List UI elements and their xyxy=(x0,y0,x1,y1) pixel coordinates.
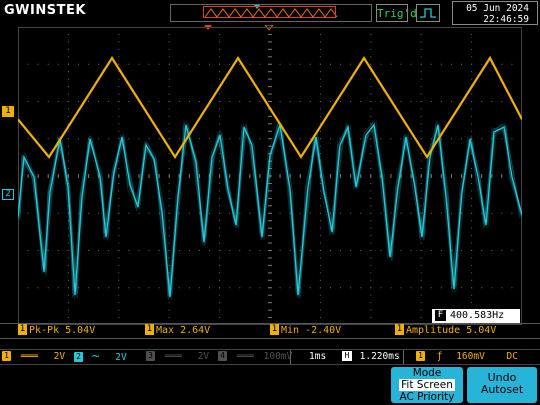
ch4-status[interactable]: 4 ═══ 100mV xyxy=(218,350,292,364)
date-time-display: 05 Jun 2024 22:46:59 xyxy=(452,1,538,25)
trigger-status-info[interactable]: 1 ƒ 160mV DC xyxy=(416,350,518,364)
horizontal-position-icon: H xyxy=(341,350,352,361)
measurement-amplitude[interactable]: 1 Amplitude 5.04V xyxy=(395,323,496,338)
date-text: 05 Jun 2024 xyxy=(466,3,529,14)
measurement-min[interactable]: 1 Min -2.40V xyxy=(270,323,341,338)
timebase-status[interactable]: 1ms H 1.220ms xyxy=(290,350,404,364)
undo-autoset-button[interactable]: Undo Autoset xyxy=(467,367,537,403)
rising-edge-icon xyxy=(416,4,440,22)
ch1-status[interactable]: 1 ═══ 2V xyxy=(2,350,65,364)
measurement-max[interactable]: 1 Max 2.64V xyxy=(145,323,210,338)
memory-view-window xyxy=(203,6,336,18)
horizontal-position-value: 1.220ms xyxy=(359,351,400,362)
ch2-ground-marker[interactable]: 2 xyxy=(2,189,14,200)
trigger-slope-icon: ƒ xyxy=(436,351,443,362)
ch3-status[interactable]: 3 ═══ 2V xyxy=(146,350,209,364)
timebase-value: 1ms xyxy=(309,351,327,362)
brand-logo: GWINSTEK xyxy=(4,3,86,18)
measurement-pkpk[interactable]: 1 Pk-Pk 5.04V xyxy=(18,323,95,338)
trigger-status: Trig'd xyxy=(376,4,417,22)
mode-title: Mode xyxy=(412,367,442,379)
mode-option-ac-priority[interactable]: AC Priority xyxy=(391,391,463,403)
measurement-bar: 1 Pk-Pk 5.04V 1 Max 2.64V 1 Min -2.40V 1 Amp… xyxy=(0,323,540,339)
mode-option-fit-screen[interactable]: Fit Screen xyxy=(399,379,455,391)
ch1-ground-marker[interactable]: 1 xyxy=(2,106,14,117)
autoset-label: Autoset xyxy=(480,383,524,396)
frequency-counter: F 400.583Hz xyxy=(432,309,520,323)
waveform-display[interactable] xyxy=(18,27,522,325)
ch2-status[interactable]: 2 ∼ 2V xyxy=(74,350,127,365)
ch1-waveform xyxy=(18,55,522,160)
status-bar: 1 ═══ 2V 2 ∼ 2V 3 ═══ 2V 4 ═══ 100mV 1ms… xyxy=(0,349,540,365)
mode-menu-button[interactable]: Mode Fit Screen AC Priority xyxy=(391,367,463,403)
frequency-value: 400.583Hz xyxy=(450,310,505,321)
time-text: 22:46:59 xyxy=(483,14,529,25)
frequency-icon: F xyxy=(435,310,446,321)
